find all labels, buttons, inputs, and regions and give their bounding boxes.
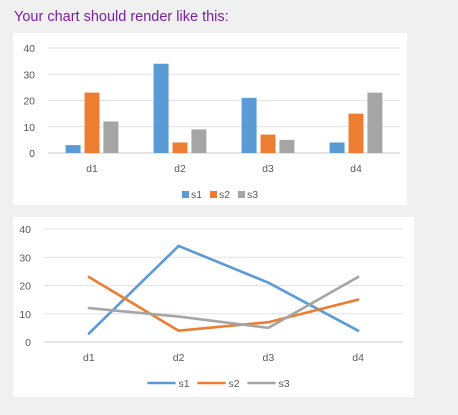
bar-s1-d3 <box>241 97 257 153</box>
legend-label-s1: s1 <box>191 189 202 201</box>
x-tick-label: d2 <box>173 352 185 364</box>
bar-s2-d3 <box>260 134 276 153</box>
legend-label-s2: s2 <box>219 189 230 201</box>
y-tick-label: 20 <box>23 96 35 108</box>
y-tick-label: 0 <box>25 337 31 349</box>
bar-s1-d1 <box>65 145 81 153</box>
page-heading: Your chart should render like this: <box>14 9 229 25</box>
x-tick-label: d3 <box>263 352 275 364</box>
line-chart: 0 10 20 30 40 d1 d2 d3 d4 s1 s2 s3 <box>19 224 403 390</box>
bar-chart-panel: 0 10 20 30 40 d1 d2 d3 d4 s1 s2 s3 <box>13 33 407 205</box>
bar-s3-d2 <box>191 129 207 153</box>
bar-s2-d2 <box>172 142 188 153</box>
y-tick-label: 10 <box>19 309 31 321</box>
y-tick-label: 40 <box>19 224 31 236</box>
x-tick-label: d4 <box>350 163 362 175</box>
bar-s2-d1 <box>84 92 100 153</box>
legend-label-s3: s3 <box>279 378 290 390</box>
x-tick-label: d4 <box>352 352 364 364</box>
y-tick-label: 20 <box>19 281 31 293</box>
bar-s3-d4 <box>367 92 383 153</box>
bar-s2-d4 <box>348 113 364 153</box>
bar-s1-d4 <box>329 142 345 153</box>
legend-label-s1: s1 <box>179 378 190 390</box>
legend-swatch-s3 <box>238 191 245 198</box>
legend-label-s3: s3 <box>247 189 258 201</box>
y-tick-label: 40 <box>23 43 35 55</box>
x-tick-label: d2 <box>174 163 186 175</box>
y-tick-label: 10 <box>23 122 35 134</box>
x-tick-label: d3 <box>262 163 274 175</box>
bar-s3-d1 <box>103 121 119 153</box>
bar-s3-d3 <box>279 139 295 153</box>
bar-chart: 0 10 20 30 40 d1 d2 d3 d4 s1 s2 s3 <box>23 43 400 201</box>
legend-swatch-s1 <box>182 191 189 198</box>
series-line-s1 <box>87 244 360 335</box>
line-chart-panel: 0 10 20 30 40 d1 d2 d3 d4 s1 s2 s3 <box>13 217 414 397</box>
y-tick-label: 30 <box>19 252 31 264</box>
x-tick-label: d1 <box>83 352 95 364</box>
legend-swatch-s2 <box>210 191 217 198</box>
y-tick-label: 0 <box>29 148 35 160</box>
y-tick-label: 30 <box>23 69 35 81</box>
bar-s1-d2 <box>153 63 169 153</box>
x-tick-label: d1 <box>86 163 98 175</box>
legend-label-s2: s2 <box>229 378 240 390</box>
